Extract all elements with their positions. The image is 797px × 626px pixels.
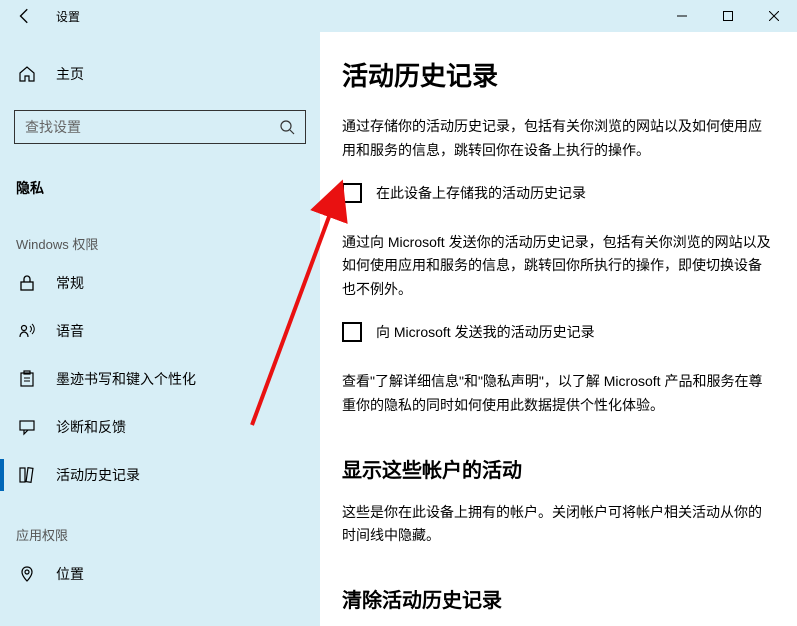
back-icon[interactable]	[16, 7, 34, 25]
sidebar-item-label: 墨迹书写和键入个性化	[56, 369, 196, 389]
description-2: 通过向 Microsoft 发送你的活动历史记录，包括有关你浏览的网站以及如何使…	[342, 231, 772, 302]
category-heading: 隐私	[0, 160, 320, 208]
description-4: 这些是你在此设备上拥有的帐户。关闭帐户可将帐户相关活动从你的时间线中隐藏。	[342, 501, 772, 549]
search-field[interactable]	[25, 119, 279, 135]
sidebar-item-label: 诊断和反馈	[56, 417, 126, 437]
description-3: 查看"了解详细信息"和"隐私声明"，以了解 Microsoft 产品和服务在尊重…	[342, 370, 772, 418]
sidebar-item-general[interactable]: 常规	[0, 259, 320, 307]
subcategory-heading: Windows 权限	[0, 208, 320, 259]
speech-icon	[18, 322, 36, 340]
search-input[interactable]	[14, 110, 306, 144]
sidebar-item-label: 位置	[56, 564, 84, 584]
home-icon	[18, 65, 36, 83]
minimize-button[interactable]	[659, 0, 705, 32]
sidebar-item-home[interactable]: 主页	[0, 54, 320, 94]
sidebar-item-label: 常规	[56, 273, 84, 293]
section-title-clear: 清除活动历史记录	[342, 584, 775, 613]
close-button[interactable]	[751, 0, 797, 32]
search-icon	[279, 119, 295, 135]
page-title: 活动历史记录	[342, 56, 775, 93]
lock-icon	[18, 274, 36, 292]
sidebar-item-speech[interactable]: 语音	[0, 307, 320, 355]
sidebar-item-diagnostics[interactable]: 诊断和反馈	[0, 403, 320, 451]
sidebar-item-label: 语音	[56, 321, 84, 341]
checkbox-store-activity[interactable]: 在此设备上存储我的活动历史记录	[342, 183, 775, 203]
section-title-accounts: 显示这些帐户的活动	[342, 454, 775, 483]
main-content: 活动历史记录 通过存储你的活动历史记录，包括有关你浏览的网站以及如何使用应用和服…	[320, 32, 797, 626]
activity-icon	[18, 466, 36, 484]
checkbox-box[interactable]	[342, 322, 362, 342]
checkbox-box[interactable]	[342, 183, 362, 203]
feedback-icon	[18, 418, 36, 436]
sidebar-item-inking[interactable]: 墨迹书写和键入个性化	[0, 355, 320, 403]
window-title: 设置	[56, 8, 80, 25]
clipboard-icon	[18, 370, 36, 388]
sidebar: 主页 隐私 Windows 权限 常规 语音 墨迹书写和键	[0, 32, 320, 626]
maximize-button[interactable]	[705, 0, 751, 32]
description-1: 通过存储你的活动历史记录，包括有关你浏览的网站以及如何使用应用和服务的信息，跳转…	[342, 115, 772, 163]
checkbox-send-microsoft[interactable]: 向 Microsoft 发送我的活动历史记录	[342, 322, 775, 342]
sidebar-item-label: 活动历史记录	[56, 465, 140, 485]
app-permissions-heading: 应用权限	[0, 499, 320, 550]
location-icon	[18, 565, 36, 583]
checkbox-label: 向 Microsoft 发送我的活动历史记录	[376, 322, 595, 342]
sidebar-item-location[interactable]: 位置	[0, 550, 320, 598]
sidebar-item-activity-history[interactable]: 活动历史记录	[0, 451, 320, 499]
sidebar-item-label: 主页	[56, 64, 84, 84]
checkbox-label: 在此设备上存储我的活动历史记录	[376, 183, 586, 203]
